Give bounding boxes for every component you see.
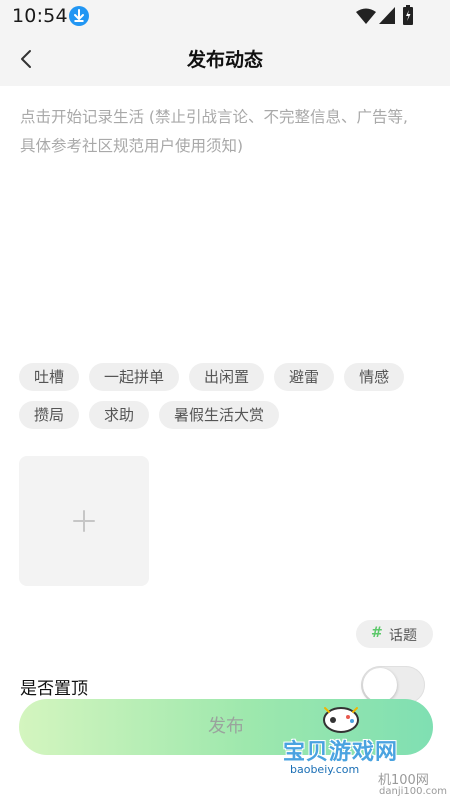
download-icon: [69, 6, 89, 26]
topic-button[interactable]: # 话题: [356, 620, 433, 648]
tag-chip[interactable]: 暑假生活大赏: [159, 401, 280, 429]
tag-chip[interactable]: 一起拼单: [89, 363, 180, 391]
tag-chip[interactable]: 攒局: [19, 401, 80, 429]
add-image-button[interactable]: [19, 456, 149, 586]
page-title: 发布动态: [186, 49, 263, 71]
tag-chip[interactable]: 出闲置: [189, 363, 265, 391]
signal-icon: [379, 7, 395, 24]
publish-button[interactable]: 发布: [19, 699, 433, 755]
plus-icon: [73, 510, 95, 532]
wifi-icon: [356, 8, 376, 24]
tag-chip[interactable]: 情感: [344, 363, 405, 391]
status-bar: 10:54: [0, 0, 450, 32]
hash-icon: #: [371, 625, 383, 641]
watermark-partner: 机100网: [378, 773, 429, 788]
topic-label: 话题: [389, 628, 417, 644]
toggle-knob: [363, 668, 397, 702]
tag-row-1: 吐槽 一起拼单 出闲置 避雷 情感: [19, 363, 405, 391]
battery-icon: [403, 5, 413, 25]
watermark-site: baobeiy.com: [287, 763, 363, 776]
tag-chip[interactable]: 避雷: [274, 363, 335, 391]
tag-chip[interactable]: 吐槽: [19, 363, 80, 391]
tag-chip[interactable]: 求助: [89, 401, 150, 429]
nav-bar: 发布动态: [0, 32, 450, 86]
tag-row-2: 攒局 求助 暑假生活大赏: [19, 401, 280, 429]
status-time: 10:54: [12, 5, 68, 27]
watermark-partner-site: danji100.com: [379, 786, 447, 797]
post-content-input[interactable]: [20, 103, 420, 343]
pin-label: 是否置顶: [20, 679, 88, 699]
